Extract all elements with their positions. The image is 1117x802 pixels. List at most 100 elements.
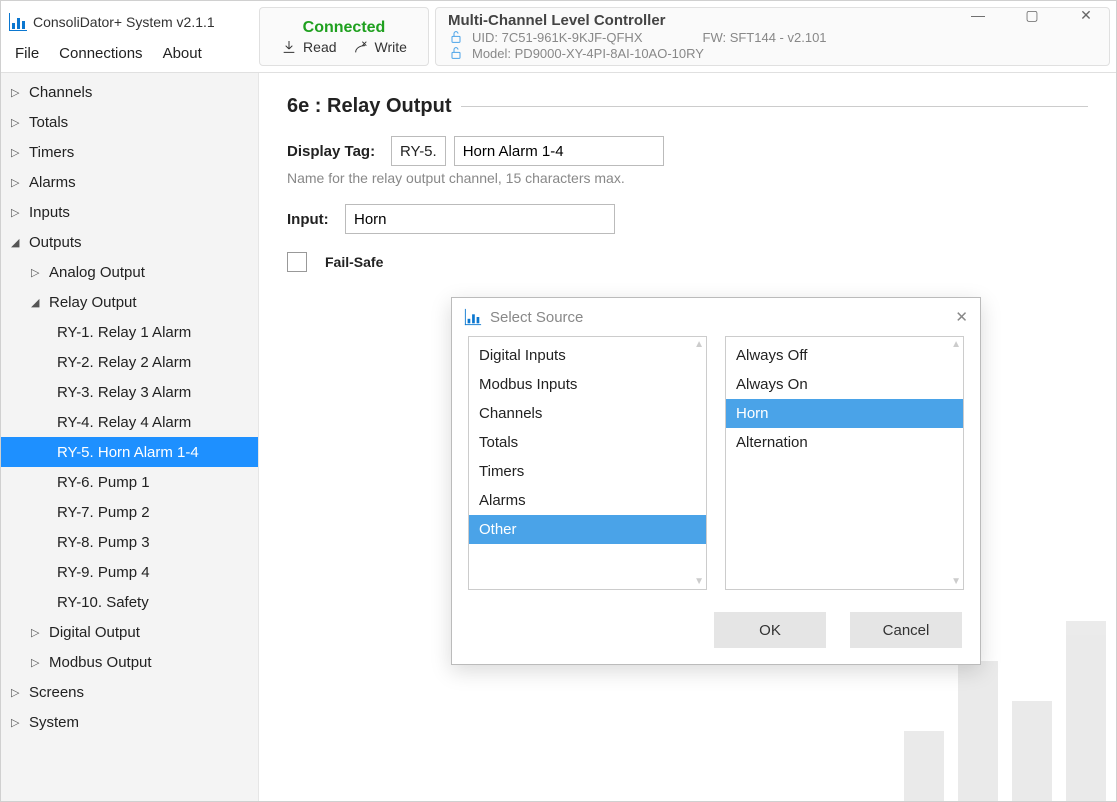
display-tag-row: Display Tag: RY-5. [287, 136, 1088, 166]
read-button[interactable]: Read [281, 39, 336, 55]
option-listbox[interactable]: ▲ Always Off Always On Horn Alternation … [725, 336, 964, 590]
dialog-close-button[interactable]: ✕ [955, 308, 968, 326]
list-item[interactable]: Timers [469, 457, 706, 486]
chevron-right-icon: ▷ [31, 626, 45, 639]
menu-connections[interactable]: Connections [59, 45, 142, 62]
nav-system[interactable]: ▷System [1, 707, 258, 737]
chevron-right-icon: ▷ [11, 686, 25, 699]
scroll-up-icon: ▲ [694, 339, 704, 350]
display-tag-prefix: RY-5. [391, 136, 446, 166]
chevron-down-icon: ◢ [11, 236, 25, 249]
select-source-dialog: Select Source ✕ ▲ Digital Inputs Modbus … [451, 297, 981, 665]
failsafe-label: Fail-Safe [325, 254, 383, 270]
list-item[interactable]: Always On [726, 370, 963, 399]
list-item[interactable]: Alternation [726, 428, 963, 457]
window-controls: — ▢ ✕ [966, 1, 1116, 24]
cancel-button[interactable]: Cancel [850, 612, 962, 648]
chevron-right-icon: ▷ [11, 176, 25, 189]
close-button[interactable]: ✕ [1074, 7, 1098, 24]
nav-timers[interactable]: ▷Timers [1, 137, 258, 167]
display-tag-help: Name for the relay output channel, 15 ch… [287, 170, 1088, 186]
app-logo-icon [465, 309, 481, 325]
write-button[interactable]: Write [353, 39, 407, 55]
minimize-button[interactable]: — [966, 7, 990, 23]
ok-button[interactable]: OK [714, 612, 826, 648]
nav-relay-output[interactable]: ◢Relay Output [1, 287, 258, 317]
nav-relay-item[interactable]: RY-2. Relay 2 Alarm [1, 347, 258, 377]
nav-relay-item[interactable]: RY-7. Pump 2 [1, 497, 258, 527]
nav-digital-output[interactable]: ▷Digital Output [1, 617, 258, 647]
nav-outputs[interactable]: ◢Outputs [1, 227, 258, 257]
app-logo-icon [9, 13, 27, 31]
divider [461, 106, 1088, 107]
input-label: Input: [287, 211, 337, 228]
failsafe-checkbox[interactable] [287, 252, 307, 272]
connection-status: Connected [303, 19, 386, 37]
failsafe-row: Fail-Safe [287, 252, 1088, 272]
list-item-selected[interactable]: Horn [726, 399, 963, 428]
chevron-right-icon: ▷ [31, 656, 45, 669]
dialog-titlebar: Select Source ✕ [452, 298, 980, 336]
input-row: Input: [287, 204, 1088, 234]
display-tag-input[interactable] [454, 136, 664, 166]
device-model: Model: PD9000-XY-4PI-8AI-10AO-10RY [472, 46, 704, 61]
scroll-down-icon: ▼ [694, 576, 704, 587]
nav-inputs[interactable]: ▷Inputs [1, 197, 258, 227]
nav-relay-item[interactable]: RY-3. Relay 3 Alarm [1, 377, 258, 407]
nav-relay-item[interactable]: RY-9. Pump 4 [1, 557, 258, 587]
unlock-icon [448, 29, 464, 45]
menu-about[interactable]: About [163, 45, 202, 62]
unlock-icon-2 [448, 45, 464, 61]
list-item[interactable]: Always Off [726, 341, 963, 370]
device-uid: UID: 7C51-961K-9KJF-QFHX [472, 30, 643, 45]
input-source-field[interactable] [345, 204, 615, 234]
chevron-right-icon: ▷ [31, 266, 45, 279]
list-item[interactable]: Totals [469, 428, 706, 457]
write-label: Write [375, 39, 407, 55]
scroll-up-icon: ▲ [951, 339, 961, 350]
nav-modbus-output[interactable]: ▷Modbus Output [1, 647, 258, 677]
list-item[interactable]: Digital Inputs [469, 341, 706, 370]
share-icon [353, 39, 369, 55]
chevron-right-icon: ▷ [11, 146, 25, 159]
nav-channels[interactable]: ▷Channels [1, 77, 258, 107]
dialog-title: Select Source [490, 309, 583, 326]
download-icon [281, 39, 297, 55]
nav-tree[interactable]: ▷Channels ▷Totals ▷Timers ▷Alarms ▷Input… [1, 73, 259, 801]
section-title: 6e : Relay Output [287, 95, 451, 118]
menu-file[interactable]: File [15, 45, 39, 62]
display-tag-label: Display Tag: [287, 143, 383, 160]
nav-analog-output[interactable]: ▷Analog Output [1, 257, 258, 287]
list-item[interactable]: Channels [469, 399, 706, 428]
dialog-body: ▲ Digital Inputs Modbus Inputs Channels … [452, 336, 980, 602]
nav-relay-item[interactable]: RY-8. Pump 3 [1, 527, 258, 557]
titlebar-left: ConsoliDator+ System v2.1.1 File Connect… [1, 1, 259, 72]
menubar: File Connections About [9, 35, 251, 62]
chevron-right-icon: ▷ [11, 86, 25, 99]
chevron-right-icon: ▷ [11, 206, 25, 219]
list-item[interactable]: Modbus Inputs [469, 370, 706, 399]
app-title: ConsoliDator+ System v2.1.1 [33, 14, 215, 30]
read-label: Read [303, 39, 336, 55]
app-window: ConsoliDator+ System v2.1.1 File Connect… [0, 0, 1117, 802]
titlebar: ConsoliDator+ System v2.1.1 File Connect… [1, 1, 1116, 73]
chevron-right-icon: ▷ [11, 716, 25, 729]
nav-relay-item[interactable]: RY-4. Relay 4 Alarm [1, 407, 258, 437]
section-header: 6e : Relay Output [287, 95, 1088, 118]
chevron-right-icon: ▷ [11, 116, 25, 129]
body: ▷Channels ▷Totals ▷Timers ▷Alarms ▷Input… [1, 73, 1116, 801]
maximize-button[interactable]: ▢ [1020, 7, 1044, 24]
nav-relay-item[interactable]: RY-6. Pump 1 [1, 467, 258, 497]
device-fw: FW: SFT144 - v2.101 [703, 30, 827, 45]
nav-relay-item[interactable]: RY-10. Safety [1, 587, 258, 617]
list-item-selected[interactable]: Other [469, 515, 706, 544]
dialog-buttons: OK Cancel [452, 602, 980, 664]
category-listbox[interactable]: ▲ Digital Inputs Modbus Inputs Channels … [468, 336, 707, 590]
nav-screens[interactable]: ▷Screens [1, 677, 258, 707]
status-panel: Connected Read Write [259, 7, 429, 66]
list-item[interactable]: Alarms [469, 486, 706, 515]
nav-relay-item[interactable]: RY-1. Relay 1 Alarm [1, 317, 258, 347]
nav-totals[interactable]: ▷Totals [1, 107, 258, 137]
nav-alarms[interactable]: ▷Alarms [1, 167, 258, 197]
nav-relay-item-selected[interactable]: RY-5. Horn Alarm 1-4 [1, 437, 258, 467]
